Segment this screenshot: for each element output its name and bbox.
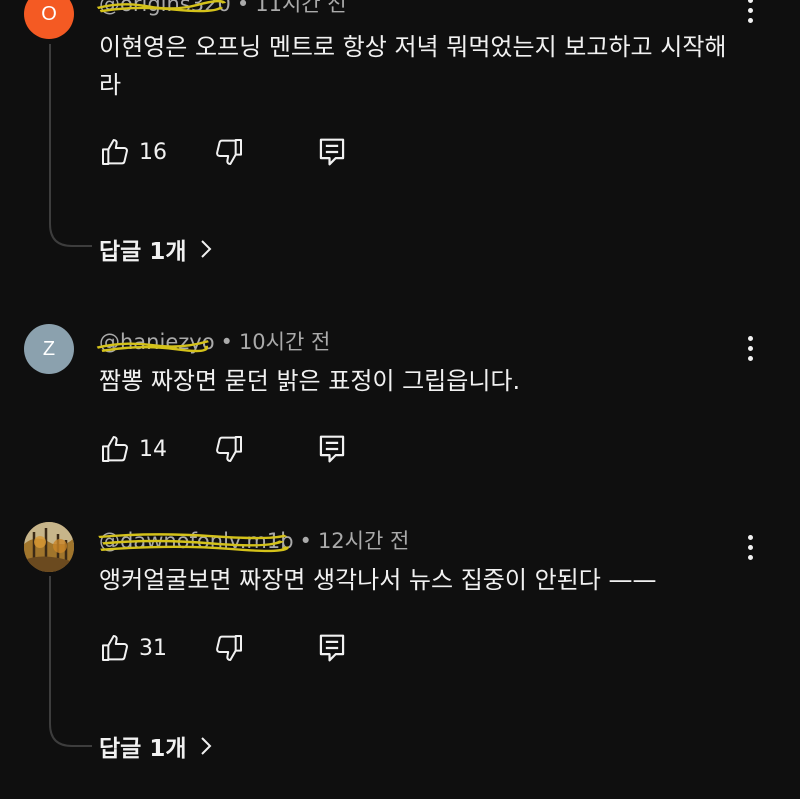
- avatar-letter: Z: [42, 337, 56, 360]
- dislike-icon: [216, 436, 242, 462]
- comment-meta: @dawnofonlv.m1b • 12시간 전: [98, 525, 410, 555]
- dislike-icon: [216, 139, 242, 165]
- comment-time: 11시간 전: [255, 0, 347, 16]
- view-replies-button[interactable]: 답글 1개: [99, 232, 213, 266]
- more-options-button[interactable]: [738, 0, 762, 30]
- comment-time: 12시간 전: [317, 529, 410, 553]
- comment-actions: 16: [99, 134, 399, 170]
- reply-icon: [319, 634, 345, 662]
- more-options-button[interactable]: [738, 535, 762, 567]
- dislike-button[interactable]: [213, 630, 245, 666]
- comment-time: 10시간 전: [238, 330, 331, 354]
- reply-icon: [319, 435, 345, 463]
- avatar-letter: O: [41, 2, 57, 25]
- reply-icon: [319, 138, 345, 166]
- dislike-icon: [216, 635, 242, 661]
- reply-button[interactable]: [317, 630, 347, 666]
- like-button[interactable]: 31: [99, 630, 167, 666]
- reply-button[interactable]: [317, 431, 347, 467]
- replies-label: 답글 1개: [99, 736, 187, 762]
- like-icon: [102, 436, 128, 462]
- redaction-scribble: [96, 0, 227, 13]
- comment-meta: @origins320 • 11시간 전: [96, 0, 347, 18]
- separator-dot: •: [220, 330, 233, 354]
- chevron-right-icon: [200, 240, 211, 258]
- dislike-button[interactable]: [213, 134, 245, 170]
- more-options-button[interactable]: [738, 336, 762, 368]
- comment-author[interactable]: @dawnofonlv.m1b: [98, 529, 294, 553]
- like-button[interactable]: 14: [99, 431, 167, 467]
- dislike-button[interactable]: [213, 431, 245, 467]
- redaction-scribble: [98, 533, 289, 553]
- like-icon: [102, 139, 128, 165]
- avatar-photo: [24, 522, 74, 572]
- comment-meta: @haniezyo • 10시간 전: [96, 326, 331, 356]
- replies-label: 답글 1개: [99, 239, 187, 265]
- comment-author[interactable]: @haniezyo: [96, 330, 215, 354]
- comment-author[interactable]: @origins320: [96, 0, 231, 16]
- reply-button[interactable]: [317, 134, 347, 170]
- avatar[interactable]: O: [24, 0, 74, 39]
- like-count: 14: [139, 436, 167, 462]
- comment-text: 짬뽕 짜장면 묻던 밝은 표정이 그립읍니다.: [99, 367, 521, 395]
- like-count: 31: [139, 635, 167, 661]
- like-button[interactable]: 16: [99, 134, 167, 170]
- comment-actions: 14: [99, 431, 399, 467]
- separator-dot: •: [236, 0, 250, 16]
- avatar[interactable]: [24, 522, 74, 572]
- comment-text: 앵커얼굴보면 짜장면 생각나서 뉴스 집중이 안된다 ——: [99, 566, 657, 594]
- comment-actions: 31: [99, 630, 399, 666]
- comment-text: 이현영은 오프닝 멘트로 항상 저녁 뭐먹었는지 보고하고 시작해라: [99, 33, 727, 99]
- view-replies-button[interactable]: 답글 1개: [99, 729, 213, 763]
- like-count: 16: [139, 139, 167, 165]
- redaction-scribble: [96, 340, 209, 353]
- separator-dot: •: [299, 529, 312, 553]
- chevron-right-icon: [200, 737, 211, 755]
- avatar[interactable]: Z: [24, 324, 74, 374]
- like-icon: [102, 635, 128, 661]
